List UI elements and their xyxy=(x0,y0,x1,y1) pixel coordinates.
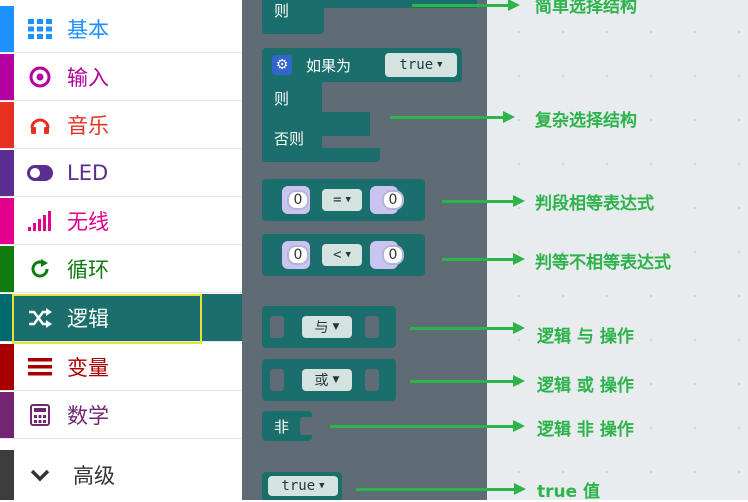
category-advanced[interactable]: 高级 xyxy=(0,450,242,500)
dropdown-arrow-icon: ▼ xyxy=(332,322,340,332)
not-label: 非 xyxy=(274,418,290,436)
category-label: 数学 xyxy=(67,404,109,428)
category-color-bar xyxy=(0,344,14,390)
boolean-value-dropdown[interactable]: true ▼ xyxy=(268,476,338,496)
annotation-arrow xyxy=(410,375,525,387)
if-else-block-bottom xyxy=(262,148,380,162)
annotation-arrow xyxy=(356,483,526,495)
headphones-icon xyxy=(27,112,53,138)
category-logic[interactable]: 逻辑 xyxy=(0,294,242,344)
else-label: 否则 xyxy=(274,130,305,148)
shuffle-icon xyxy=(27,305,53,331)
logic-op-dropdown-and[interactable]: 与 ▼ xyxy=(302,316,352,338)
if-condition-value: true xyxy=(399,57,434,73)
category-label: 音乐 xyxy=(67,114,109,138)
annotation-eq: 判段相等表达式 xyxy=(535,194,654,214)
number-input-left[interactable]: 0 xyxy=(287,245,309,265)
dropdown-arrow-icon: ▼ xyxy=(319,481,325,491)
annotation-arrow xyxy=(442,253,525,265)
toolbox-sidebar: 基本 输入 音乐 LED 无线 循环 逻辑 变量 数学 高级 xyxy=(0,0,242,500)
operator-value: = xyxy=(333,192,342,208)
then-label: 则 xyxy=(274,90,290,108)
dropdown-arrow-icon: ▼ xyxy=(345,195,351,205)
signal-bars-icon xyxy=(27,208,53,234)
input-socket-left xyxy=(270,316,284,338)
input-socket-right xyxy=(365,316,379,338)
category-math[interactable]: 数学 xyxy=(0,392,242,439)
annotation-arrow xyxy=(410,322,525,334)
category-label: 基本 xyxy=(67,18,109,42)
dropdown-arrow-icon: ▼ xyxy=(332,375,340,385)
annotation-complex-if: 复杂选择结构 xyxy=(535,111,637,131)
logic-op-dropdown-or[interactable]: 或 ▼ xyxy=(302,369,352,391)
category-label: 无线 xyxy=(67,210,109,234)
category-music[interactable]: 音乐 xyxy=(0,102,242,149)
toggle-icon xyxy=(27,160,53,186)
if-label: 如果为 xyxy=(306,57,352,75)
category-label: 循环 xyxy=(67,258,109,282)
logic-op-value: 或 xyxy=(314,373,329,389)
annotation-and: 逻辑 与 操作 xyxy=(537,327,634,347)
annotation-simple-if: 简单选择结构 xyxy=(535,0,637,17)
boolean-value: true xyxy=(281,478,316,494)
category-label: LED xyxy=(67,161,109,185)
category-color-bar xyxy=(0,54,14,100)
dropdown-arrow-icon: ▼ xyxy=(345,250,351,260)
category-label: 高级 xyxy=(73,464,115,488)
annotation-arrow xyxy=(412,0,520,11)
number-input-left[interactable]: 0 xyxy=(287,190,309,210)
category-color-bar xyxy=(0,150,14,196)
annotation-true: true 值 xyxy=(537,482,601,502)
target-icon xyxy=(27,64,53,90)
grid-icon xyxy=(27,16,53,42)
category-color-bar xyxy=(0,198,14,244)
category-variables[interactable]: 变量 xyxy=(0,344,242,391)
category-color-bar xyxy=(0,450,14,500)
category-color-bar xyxy=(0,6,14,52)
annotation-or: 逻辑 或 操作 xyxy=(537,376,634,396)
dropdown-arrow-icon: ▼ xyxy=(437,60,443,70)
list-lines-icon xyxy=(27,354,53,380)
category-color-bar xyxy=(0,102,14,148)
calculator-icon xyxy=(27,402,53,428)
then-label: 则 xyxy=(274,2,290,20)
input-socket xyxy=(300,417,312,435)
annotation-not: 逻辑 非 操作 xyxy=(537,420,634,440)
operator-dropdown-lt[interactable]: < ▼ xyxy=(322,244,362,266)
category-label: 逻辑 xyxy=(67,306,109,331)
category-color-bar xyxy=(0,392,14,438)
logic-op-value: 与 xyxy=(314,320,329,336)
input-socket-left xyxy=(270,369,284,391)
category-loops[interactable]: 循环 xyxy=(0,246,242,293)
category-led[interactable]: LED xyxy=(0,150,242,197)
number-input-right[interactable]: 0 xyxy=(382,190,404,210)
category-label: 输入 xyxy=(67,66,109,90)
category-input[interactable]: 输入 xyxy=(0,54,242,101)
annotation-arrow xyxy=(390,111,515,123)
chevron-down-icon xyxy=(27,462,53,488)
gear-icon[interactable]: ⚙ xyxy=(272,55,292,75)
category-basic[interactable]: 基本 xyxy=(0,6,242,53)
operator-value: < xyxy=(333,247,342,263)
loop-icon xyxy=(27,256,53,282)
category-radio[interactable]: 无线 xyxy=(0,198,242,245)
if-condition-dropdown[interactable]: true ▼ xyxy=(385,53,457,77)
annotation-arrow xyxy=(330,420,525,432)
annotation-arrow xyxy=(442,195,525,207)
number-input-right[interactable]: 0 xyxy=(382,245,404,265)
annotation-neq: 判等不相等表达式 xyxy=(535,253,671,273)
category-color-bar xyxy=(0,246,14,292)
operator-dropdown-eq[interactable]: = ▼ xyxy=(322,189,362,211)
input-socket-right xyxy=(365,369,379,391)
category-label: 变量 xyxy=(67,356,109,380)
